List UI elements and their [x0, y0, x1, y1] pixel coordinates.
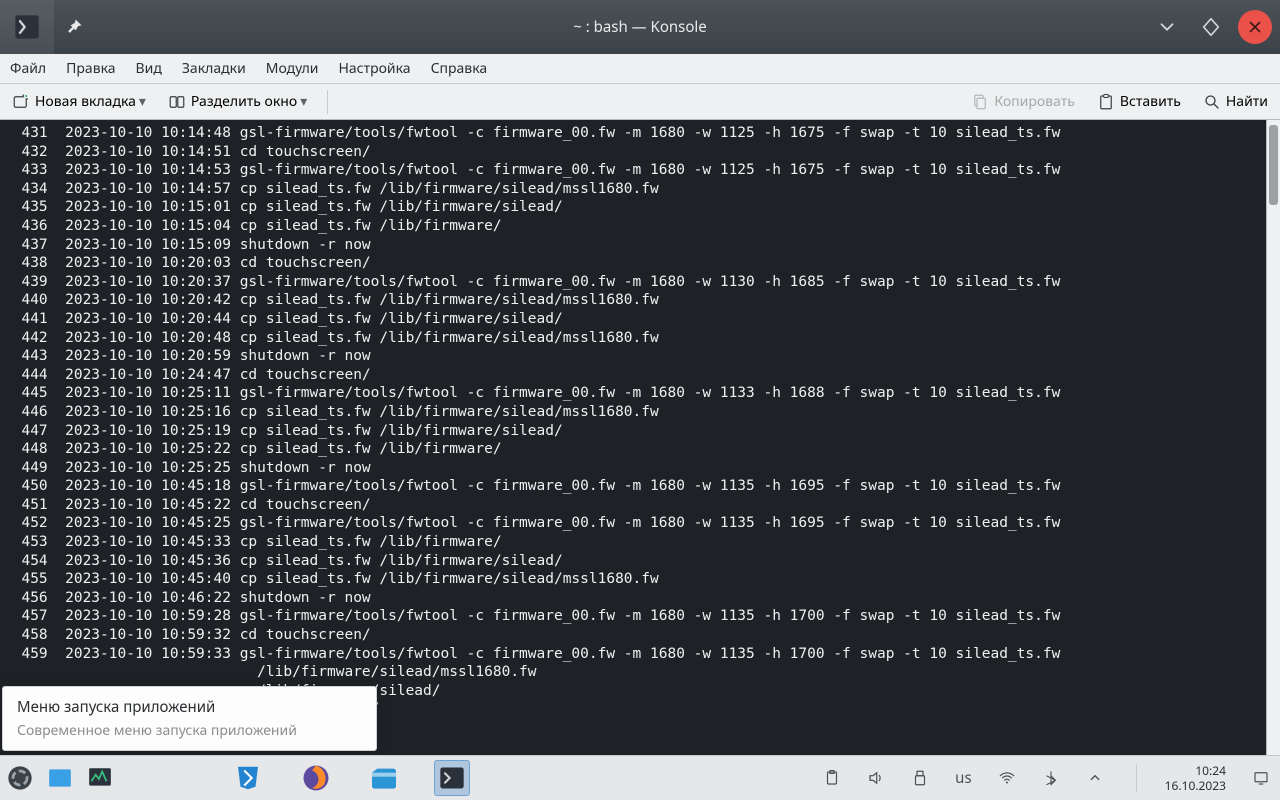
terminal-output[interactable]: 431 2023-10-10 10:14:48 gsl-firmware/too… [0, 120, 1266, 755]
clipboard-tray-icon[interactable] [823, 769, 841, 787]
terminal-line: 445 2023-10-10 10:25:11 gsl-firmware/too… [4, 384, 1264, 403]
system-monitor-icon[interactable] [82, 760, 118, 796]
discover-app-icon[interactable] [230, 760, 266, 796]
terminal-line: 431 2023-10-10 10:14:48 gsl-firmware/too… [4, 124, 1264, 143]
terminal-line: 437 2023-10-10 10:15:09 shutdown -r now [4, 236, 1264, 255]
terminal-line: 449 2023-10-10 10:25:25 shutdown -r now [4, 459, 1264, 478]
pin-icon[interactable] [54, 17, 94, 37]
terminal-line: 438 2023-10-10 10:20:03 cd touchscreen/ [4, 254, 1264, 273]
terminal-line: 436 2023-10-10 10:15:04 cp silead_ts.fw … [4, 217, 1264, 236]
volume-tray-icon[interactable] [867, 769, 885, 787]
new-tab-button[interactable]: Новая вкладка ▾ [8, 90, 150, 113]
scrollbar-thumb[interactable] [1269, 125, 1278, 205]
terminal-line: 455 2023-10-10 10:45:40 cp silead_ts.fw … [4, 570, 1264, 589]
tray-separator [1136, 764, 1137, 792]
dolphin-icon[interactable] [366, 760, 402, 796]
terminal-line: 452 2023-10-10 10:45:25 gsl-firmware/too… [4, 514, 1264, 533]
window-title: ~ : bash — Konsole [0, 17, 1280, 37]
paste-button[interactable]: Вставить [1093, 90, 1185, 113]
terminal-line: /lib/firmware/silead/mssl1680.fw [4, 663, 1264, 682]
tooltip-title: Меню запуска приложений [17, 697, 362, 717]
copy-label: Копировать [994, 92, 1074, 111]
start-menu-tooltip: Меню запуска приложений Современное меню… [2, 686, 377, 751]
menu-edit[interactable]: Правка [64, 57, 117, 80]
terminal-line: 451 2023-10-10 10:45:22 cd touchscreen/ [4, 496, 1264, 515]
clock-time: 10:24 [1165, 763, 1226, 778]
terminal-line: 441 2023-10-10 10:20:44 cp silead_ts.fw … [4, 310, 1264, 329]
clock-date: 16.10.2023 [1165, 778, 1226, 793]
split-window-button[interactable]: Разделить окно ▾ [164, 90, 311, 113]
chevron-down-icon[interactable]: ▾ [300, 92, 307, 111]
terminal-line: 458 2023-10-10 10:59:32 cd touchscreen/ [4, 626, 1264, 645]
titlebar-app-icon[interactable] [0, 0, 54, 54]
tooltip-subtitle: Современное меню запуска приложений [17, 721, 362, 740]
terminal-line: 440 2023-10-10 10:20:42 cp silead_ts.fw … [4, 291, 1264, 310]
terminal-line: 444 2023-10-10 10:24:47 cd touchscreen/ [4, 366, 1264, 385]
show-desktop-icon[interactable] [1252, 769, 1270, 787]
terminal-line: 456 2023-10-10 10:46:22 shutdown -r now [4, 589, 1264, 608]
menu-settings[interactable]: Настройка [337, 57, 413, 80]
terminal-line: 459 2023-10-10 10:59:33 gsl-firmware/too… [4, 645, 1264, 664]
menu-bookmarks[interactable]: Закладки [180, 57, 248, 80]
terminal-line: 448 2023-10-10 10:25:22 cp silead_ts.fw … [4, 440, 1264, 459]
terminal-line: 442 2023-10-10 10:20:48 cp silead_ts.fw … [4, 329, 1264, 348]
wifi-tray-icon[interactable] [998, 769, 1016, 787]
menu-help[interactable]: Справка [429, 57, 490, 80]
menu-file[interactable]: Файл [8, 57, 48, 80]
maximize-button[interactable] [1194, 10, 1228, 44]
menubar: Файл Правка Вид Закладки Модули Настройк… [0, 54, 1280, 84]
terminal-line: 439 2023-10-10 10:20:37 gsl-firmware/too… [4, 273, 1264, 292]
paste-label: Вставить [1120, 92, 1181, 111]
terminal-line: 453 2023-10-10 10:45:33 cp silead_ts.fw … [4, 533, 1264, 552]
terminal-line: 443 2023-10-10 10:20:59 shutdown -r now [4, 347, 1264, 366]
toolbar-separator [327, 90, 328, 114]
desktop-pager[interactable] [42, 760, 78, 796]
terminal-line: 434 2023-10-10 10:14:57 cp silead_ts.fw … [4, 180, 1264, 199]
find-label: Найти [1226, 92, 1268, 111]
taskbar: us 10:24 16.10.2023 [0, 755, 1280, 800]
split-window-label: Разделить окно [191, 92, 297, 111]
find-button[interactable]: Найти [1199, 90, 1272, 113]
konsole-taskbar-icon[interactable] [434, 760, 470, 796]
terminal-line: 446 2023-10-10 10:25:16 cp silead_ts.fw … [4, 403, 1264, 422]
menu-view[interactable]: Вид [134, 57, 164, 80]
minimize-button[interactable] [1150, 10, 1184, 44]
menu-plugins[interactable]: Модули [264, 57, 321, 80]
firefox-icon[interactable] [298, 760, 334, 796]
new-tab-label: Новая вкладка [35, 92, 136, 111]
start-menu-button[interactable] [2, 760, 38, 796]
window-titlebar: ~ : bash — Konsole [0, 0, 1280, 54]
clock[interactable]: 10:24 16.10.2023 [1165, 763, 1226, 793]
terminal-line: 433 2023-10-10 10:14:53 gsl-firmware/too… [4, 161, 1264, 180]
copy-button: Копировать [967, 90, 1078, 113]
terminal-line: 450 2023-10-10 10:45:18 gsl-firmware/too… [4, 477, 1264, 496]
usb-tray-icon[interactable] [911, 769, 929, 787]
chevron-down-icon[interactable]: ▾ [139, 92, 146, 111]
terminal-line: 457 2023-10-10 10:59:28 gsl-firmware/too… [4, 607, 1264, 626]
terminal-line: 432 2023-10-10 10:14:51 cd touchscreen/ [4, 143, 1264, 162]
toolbar: Новая вкладка ▾ Разделить окно ▾ Копиров… [0, 84, 1280, 120]
scrollbar[interactable] [1266, 120, 1280, 755]
keyboard-layout-indicator[interactable]: us [955, 768, 971, 788]
terminal-line: 454 2023-10-10 10:45:36 cp silead_ts.fw … [4, 552, 1264, 571]
terminal-line: 447 2023-10-10 10:25:19 cp silead_ts.fw … [4, 422, 1264, 441]
tray-expander-icon[interactable] [1086, 769, 1104, 787]
close-button[interactable] [1238, 10, 1272, 44]
bluetooth-tray-icon[interactable] [1042, 769, 1060, 787]
terminal-line: 435 2023-10-10 10:15:01 cp silead_ts.fw … [4, 198, 1264, 217]
